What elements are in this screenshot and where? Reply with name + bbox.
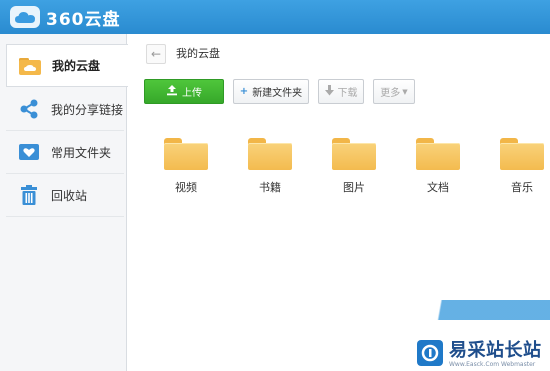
folder-icon	[248, 138, 292, 170]
folder-item-documents[interactable]: 文档	[408, 138, 468, 208]
folder-label: 文档	[427, 181, 449, 194]
toolbar: 上传 + 新建文件夹 下载 更多 ▼	[144, 78, 424, 105]
folder-label: 书籍	[259, 181, 281, 194]
watermark-subtext: Www.Easck.Com Webmaster	[449, 361, 536, 368]
more-button[interactable]: 更多 ▼	[373, 79, 415, 104]
folder-item-pictures[interactable]: 图片	[324, 138, 384, 208]
sidebar-item-label: 常用文件夹	[51, 145, 112, 160]
folder-cloud-icon	[17, 55, 43, 77]
breadcrumb: 我的云盘	[176, 47, 220, 60]
chevron-down-icon: ▼	[402, 87, 408, 96]
folder-label: 音乐	[511, 181, 533, 194]
folder-icon	[164, 138, 208, 170]
download-button[interactable]: 下载	[318, 79, 364, 104]
app-title: 360云盘	[46, 9, 121, 30]
folder-label: 图片	[343, 181, 365, 194]
folder-item-music[interactable]: 音乐	[492, 138, 550, 208]
heart-folder-icon	[16, 141, 42, 163]
folder-item-videos[interactable]: 视频	[156, 138, 216, 208]
folder-icon	[500, 138, 544, 170]
cloud-logo-icon	[10, 6, 40, 28]
sidebar-item-recycle-bin[interactable]: 回收站	[6, 174, 124, 217]
sidebar-item-label: 回收站	[51, 188, 88, 203]
watermark-logo-icon	[417, 340, 443, 366]
top-bar: 360云盘	[0, 0, 550, 34]
trash-icon	[16, 184, 42, 206]
main-content: ← 我的云盘 上传 + 新建文件夹 下载 更多 ▼ 视频 书籍 图片 文档 音乐	[128, 34, 550, 371]
watermark-stripe	[380, 300, 550, 320]
watermark-text: 易采站长站	[449, 340, 542, 361]
folder-item-books[interactable]: 书籍	[240, 138, 300, 208]
download-label: 下载	[337, 88, 358, 99]
sidebar-item-label: 我的云盘	[52, 59, 101, 73]
back-arrow-icon[interactable]: ←	[146, 44, 166, 64]
plus-icon: +	[239, 86, 249, 97]
upload-label: 上传	[182, 88, 202, 99]
upload-icon	[166, 84, 178, 99]
folder-label: 视频	[175, 181, 197, 194]
app-logo[interactable]: 360云盘	[10, 5, 121, 30]
more-label: 更多	[380, 88, 401, 99]
download-icon	[324, 84, 334, 99]
sidebar-item-label: 我的分享链接	[51, 102, 124, 117]
new-folder-button[interactable]: + 新建文件夹	[233, 79, 309, 104]
sidebar-item-my-cloud[interactable]: 我的云盘	[6, 44, 128, 87]
sidebar-item-my-share-links[interactable]: 我的分享链接	[6, 88, 124, 131]
sidebar-item-frequent-folders[interactable]: 常用文件夹	[6, 131, 124, 174]
new-folder-label: 新建文件夹	[252, 88, 303, 99]
folder-icon	[332, 138, 376, 170]
share-icon	[16, 98, 42, 120]
folder-icon	[416, 138, 460, 170]
upload-button[interactable]: 上传	[144, 79, 224, 104]
sidebar: 我的云盘 我的分享链接 常用文件夹 回收站	[0, 34, 128, 371]
